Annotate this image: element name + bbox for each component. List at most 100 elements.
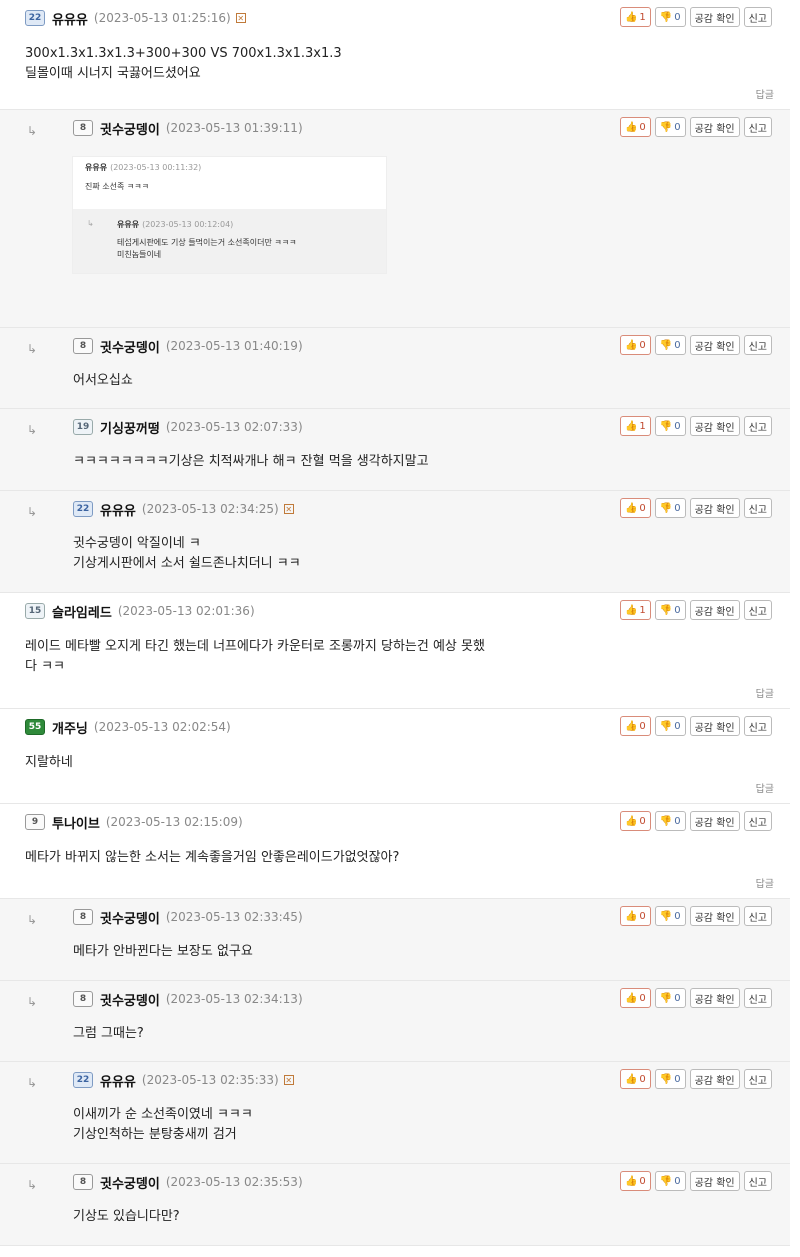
thumbs-down-icon: 👎 bbox=[659, 502, 673, 514]
downvote-button[interactable]: 👎 0 bbox=[654, 906, 686, 926]
nickname[interactable]: 개주닝 bbox=[52, 718, 88, 737]
empathy-check-button[interactable]: 공감 확인 bbox=[689, 498, 740, 518]
report-button[interactable]: 신고 bbox=[743, 1069, 772, 1089]
empathy-check-button[interactable]: 공감 확인 bbox=[689, 335, 740, 355]
nickname[interactable]: 귓수궁뎅이 bbox=[100, 1173, 160, 1192]
empathy-check-button[interactable]: 공감 확인 bbox=[689, 117, 740, 137]
comment: 9 투나이브 (2023-05-13 02:15:09) 👍 0 👎 0 공감 확인… bbox=[0, 804, 790, 899]
comment-header: 8 귓수궁뎅이 (2023-05-13 02:34:13) bbox=[73, 989, 303, 1009]
reply-link[interactable]: 답글 bbox=[756, 780, 774, 795]
comment-date: (2023-05-13 02:15:09) bbox=[105, 815, 243, 829]
comment-date: (2023-05-13 02:02:54) bbox=[93, 720, 231, 734]
thumbs-down-icon: 👎 bbox=[659, 720, 673, 732]
thumbs-up-icon: 👍 bbox=[624, 1073, 638, 1085]
upvote-button[interactable]: 👍 1 bbox=[619, 7, 651, 27]
comment-text: 어서오십쇼 bbox=[73, 373, 133, 388]
empathy-check-button[interactable]: 공감 확인 bbox=[689, 1171, 740, 1191]
comment-date: (2023-05-13 01:39:11) bbox=[165, 121, 303, 135]
report-button[interactable]: 신고 bbox=[743, 716, 772, 736]
downvote-button[interactable]: 👎 0 bbox=[654, 988, 686, 1008]
empathy-check-button[interactable]: 공감 확인 bbox=[689, 988, 740, 1008]
downvote-button[interactable]: 👎 0 bbox=[654, 811, 686, 831]
nickname[interactable]: 기싱꿍꺼떵 bbox=[100, 418, 160, 437]
report-button[interactable]: 신고 bbox=[743, 498, 772, 518]
vote-buttons: 👍 0 👎 0 공감 확인 신고 bbox=[619, 335, 772, 355]
report-button[interactable]: 신고 bbox=[743, 1171, 772, 1191]
downvote-button[interactable]: 👎 0 bbox=[654, 117, 686, 137]
reply-comment: ↳ 8 귓수궁뎅이 (2023-05-13 01:40:19) 👍 0 👎 0 공감… bbox=[0, 328, 790, 409]
report-button[interactable]: 신고 bbox=[743, 811, 772, 831]
upvote-button[interactable]: 👍 1 bbox=[619, 600, 651, 620]
upvote-button[interactable]: 👍 0 bbox=[619, 498, 651, 518]
vote-buttons: 👍 0 👎 0 공감 확인 신고 bbox=[619, 1069, 772, 1089]
author-mark-icon: ✕ bbox=[283, 1075, 294, 1085]
empathy-check-button[interactable]: 공감 확인 bbox=[689, 906, 740, 926]
report-button[interactable]: 신고 bbox=[743, 416, 772, 436]
upvote-button[interactable]: 👍 0 bbox=[619, 988, 651, 1008]
nickname[interactable]: 유유유 bbox=[52, 9, 88, 28]
comment-header: 8 귓수궁뎅이 (2023-05-13 02:35:53) bbox=[73, 1172, 303, 1192]
downvote-button[interactable]: 👎 0 bbox=[654, 498, 686, 518]
nickname[interactable]: 귓수궁뎅이 bbox=[100, 119, 160, 138]
quoted-text: 진짜 소선족 ㅋㅋㅋ bbox=[85, 182, 149, 191]
upvote-button[interactable]: 👍 1 bbox=[619, 416, 651, 436]
report-button[interactable]: 신고 bbox=[743, 117, 772, 137]
comment-text: 이새끼가 순 소선족이였네 ㅋㅋㅋ 기상인척하는 분탕충새끼 검거 bbox=[73, 1107, 253, 1142]
nickname[interactable]: 투나이브 bbox=[52, 813, 100, 832]
reply-link[interactable]: 답글 bbox=[756, 86, 774, 101]
downvote-button[interactable]: 👎 0 bbox=[654, 1171, 686, 1191]
comment-header: 19 기싱꿍꺼떵 (2023-05-13 02:07:33) bbox=[73, 417, 303, 437]
report-button[interactable]: 신고 bbox=[743, 7, 772, 27]
reply-link[interactable]: 답글 bbox=[756, 875, 774, 890]
comment-date: (2023-05-13 02:35:53) bbox=[165, 1175, 303, 1189]
upvote-button[interactable]: 👍 0 bbox=[619, 117, 651, 137]
quoted-header: 유유유 (2023-05-13 00:11:32) bbox=[85, 163, 202, 172]
downvote-button[interactable]: 👎 0 bbox=[654, 600, 686, 620]
nickname[interactable]: 귓수궁뎅이 bbox=[100, 908, 160, 927]
upvote-button[interactable]: 👍 0 bbox=[619, 716, 651, 736]
quoted-comment-a: 유유유 (2023-05-13 00:11:32) 진짜 소선족 ㅋㅋㅋ bbox=[73, 157, 386, 209]
nickname[interactable]: 귓수궁뎅이 bbox=[100, 990, 160, 1009]
nickname[interactable]: 슬라임레드 bbox=[52, 602, 112, 621]
level-badge-icon: 8 bbox=[73, 909, 93, 925]
quoted-screenshot: 유유유 (2023-05-13 00:11:32) 진짜 소선족 ㅋㅋㅋ ↳ 유유… bbox=[72, 156, 387, 274]
thumbs-up-icon: 👍 bbox=[624, 502, 638, 514]
reply-comment: ↳ 22 유유유 (2023-05-13 02:34:25) ✕ 👍 0 👎 0 공… bbox=[0, 491, 790, 593]
downvote-button[interactable]: 👎 0 bbox=[654, 335, 686, 355]
upvote-button[interactable]: 👍 0 bbox=[619, 1171, 651, 1191]
reply-link[interactable]: 답글 bbox=[756, 685, 774, 700]
empathy-check-button[interactable]: 공감 확인 bbox=[689, 1069, 740, 1089]
nickname[interactable]: 귓수궁뎅이 bbox=[100, 337, 160, 356]
thumbs-up-icon: 👍 bbox=[624, 604, 638, 616]
thumbs-down-icon: 👎 bbox=[659, 121, 673, 133]
upvote-button[interactable]: 👍 0 bbox=[619, 335, 651, 355]
empathy-check-button[interactable]: 공감 확인 bbox=[689, 811, 740, 831]
thumbs-down-icon: 👎 bbox=[659, 910, 673, 922]
empathy-check-button[interactable]: 공감 확인 bbox=[689, 7, 740, 27]
level-badge-icon: 8 bbox=[73, 1174, 93, 1190]
report-button[interactable]: 신고 bbox=[743, 906, 772, 926]
thumbs-down-icon: 👎 bbox=[659, 1175, 673, 1187]
empathy-check-button[interactable]: 공감 확인 bbox=[689, 416, 740, 436]
nickname[interactable]: 유유유 bbox=[100, 1071, 136, 1090]
downvote-button[interactable]: 👎 0 bbox=[654, 716, 686, 736]
report-button[interactable]: 신고 bbox=[743, 600, 772, 620]
downvote-button[interactable]: 👎 0 bbox=[654, 7, 686, 27]
report-button[interactable]: 신고 bbox=[743, 335, 772, 355]
upvote-button[interactable]: 👍 0 bbox=[619, 811, 651, 831]
comment-text: 메타가 안바뀐다는 보장도 없구요 bbox=[73, 944, 253, 959]
downvote-button[interactable]: 👎 0 bbox=[654, 1069, 686, 1089]
comment-text: 메타가 바뀌지 않는한 소서는 계속좋을거임 안좋은레이드가없엇잖아? bbox=[25, 850, 400, 865]
report-button[interactable]: 신고 bbox=[743, 988, 772, 1008]
empathy-check-button[interactable]: 공감 확인 bbox=[689, 716, 740, 736]
empathy-check-button[interactable]: 공감 확인 bbox=[689, 600, 740, 620]
thumbs-up-icon: 👍 bbox=[624, 11, 638, 23]
nickname[interactable]: 유유유 bbox=[100, 500, 136, 519]
downvote-button[interactable]: 👎 0 bbox=[654, 416, 686, 436]
comment-text: 기상도 있습니다만? bbox=[73, 1209, 180, 1224]
upvote-button[interactable]: 👍 0 bbox=[619, 1069, 651, 1089]
comment-text: ㅋㅋㅋㅋㅋㅋㅋㅋ기상은 치적싸개나 해ㅋ 잔혈 먹을 생각하지말고 bbox=[73, 454, 429, 469]
comment: 15 슬라임레드 (2023-05-13 02:01:36) 👍 1 👎 0 공감 … bbox=[0, 593, 790, 709]
reply-arrow-icon: ↳ bbox=[27, 342, 38, 356]
upvote-button[interactable]: 👍 0 bbox=[619, 906, 651, 926]
